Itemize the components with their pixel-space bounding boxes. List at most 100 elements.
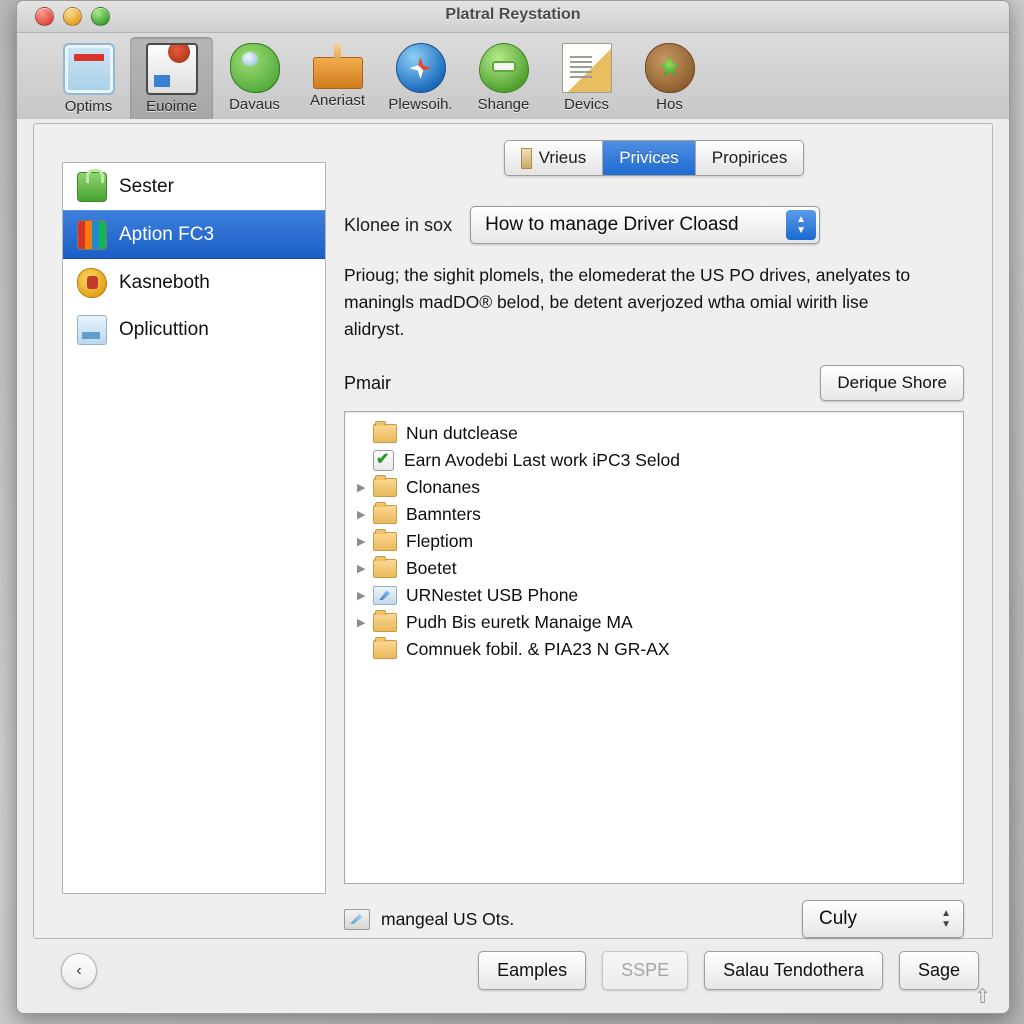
list-item-label: Fleptiom bbox=[406, 531, 474, 552]
toolbar-item-shange[interactable]: Shange bbox=[462, 37, 545, 123]
toolbar-item-label: Aneriast bbox=[309, 92, 366, 109]
footer-button-salau-tendothera[interactable]: Salau Tendothera bbox=[704, 951, 883, 990]
folder-icon bbox=[373, 475, 397, 498]
status-row: mangeal US Ots. Culy ▲ ▼ bbox=[344, 900, 964, 939]
list-item[interactable]: Bamnters bbox=[345, 501, 963, 528]
bookmark-icon bbox=[520, 147, 532, 169]
sidebar-item-label: Aption FC3 bbox=[119, 223, 215, 245]
green-lock-icon bbox=[77, 168, 107, 202]
status-text: mangeal US Ots. bbox=[381, 908, 515, 929]
toolbar-item-label: Euoime bbox=[146, 98, 197, 115]
list-item[interactable]: URNestet USB Phone bbox=[345, 582, 963, 609]
tab-label: Privices bbox=[619, 148, 679, 167]
toolbar-item-label: Devics bbox=[563, 96, 609, 113]
sidebar-list: Sester Aption FC3 Kasneboth Oplicuttion bbox=[62, 162, 326, 894]
list-item-label: Earn Avodebi Last work iPC3 Selod bbox=[404, 450, 680, 471]
toolbar-item-devics[interactable]: Devics bbox=[545, 37, 628, 123]
disclosure-triangle-icon[interactable] bbox=[357, 535, 373, 548]
sub-action-row: Pmair Derique Shore bbox=[344, 365, 964, 402]
toolbar-item-euoime[interactable]: Euoime bbox=[130, 37, 213, 123]
tab-bar: Vrieus Privices Propirices bbox=[503, 140, 805, 176]
list-item[interactable]: Boetet bbox=[345, 555, 963, 582]
disclosure-triangle-icon[interactable] bbox=[357, 589, 373, 602]
culy-stepper[interactable]: Culy ▲ ▼ bbox=[802, 900, 964, 939]
compass-icon bbox=[395, 43, 446, 93]
back-button[interactable]: ‹ bbox=[61, 953, 97, 989]
list-item-label: Boetet bbox=[406, 558, 457, 579]
tab-vrieus[interactable]: Vrieus bbox=[504, 141, 604, 175]
sidebar-item-sester[interactable]: Sester bbox=[63, 163, 325, 210]
popup-field-label: Klonee in sox bbox=[344, 214, 453, 235]
toolbar-item-label: Plewsoih. bbox=[388, 96, 453, 113]
toolbar-item-aneriast[interactable]: Aneriast bbox=[296, 37, 379, 123]
tab-privices[interactable]: Privices bbox=[603, 141, 696, 175]
list-item-label: Pudh Bis euretk Manaige MA bbox=[406, 612, 633, 633]
toolbar-item-plewsoih[interactable]: Plewsoih. bbox=[379, 37, 462, 123]
popup-value: How to manage Driver Cloasd bbox=[485, 214, 739, 235]
disclosure-triangle-icon[interactable] bbox=[357, 616, 373, 629]
sidebar-item-kasneboth[interactable]: Kasneboth bbox=[63, 259, 325, 306]
share-icon bbox=[344, 908, 370, 930]
list-item-label: Bamnters bbox=[406, 504, 481, 525]
list-item[interactable]: Comnuek fobil. & PIA23 N GR-AX bbox=[345, 636, 963, 663]
disclosure-triangle-icon[interactable] bbox=[357, 508, 373, 521]
green-balloon-icon bbox=[478, 43, 529, 93]
stepper-arrows-icon[interactable]: ▲ ▼ bbox=[941, 901, 951, 937]
sidebar-item-label: Sester bbox=[119, 175, 174, 197]
list-item[interactable]: Earn Avodebi Last work iPC3 Selod bbox=[345, 447, 963, 474]
list-item[interactable]: Clonanes bbox=[345, 474, 963, 501]
toolbar-item-label: Shange bbox=[477, 96, 530, 113]
screen: Platral Reystation Optims Euoime Davaus Ane… bbox=[0, 0, 1024, 1024]
window-footer: ‹ Eamples SSPE Salau Tendothera Sage ⇧ bbox=[17, 939, 1009, 1013]
list-item[interactable]: Fleptiom bbox=[345, 528, 963, 555]
disclosure-triangle-icon[interactable] bbox=[357, 481, 373, 494]
disclosure-triangle-icon[interactable] bbox=[357, 562, 373, 575]
document-page-icon bbox=[561, 43, 612, 93]
sidebar-item-oplicuttion[interactable]: Oplicuttion bbox=[63, 306, 325, 353]
chevron-updown-icon: ▲ ▼ bbox=[786, 210, 817, 240]
status-left: mangeal US Ots. bbox=[344, 908, 515, 930]
folder-icon bbox=[373, 610, 397, 633]
green-device-icon bbox=[229, 43, 280, 93]
derique-shore-button[interactable]: Derique Shore bbox=[820, 365, 964, 402]
document-window-icon bbox=[62, 43, 115, 95]
tab-propirices[interactable]: Propirices bbox=[695, 141, 804, 175]
toolbar-item-hos[interactable]: Hos bbox=[628, 37, 711, 123]
footer-buttons: Eamples SSPE Salau Tendothera Sage bbox=[478, 951, 979, 990]
footer-button-sspe: SSPE bbox=[602, 951, 689, 990]
toolbar-item-optims[interactable]: Optims bbox=[47, 37, 130, 123]
window-body: Sester Aption FC3 Kasneboth Oplicuttion Vri… bbox=[17, 119, 1009, 1013]
list-item[interactable]: Pudh Bis euretk Manaige MA bbox=[345, 609, 963, 636]
folder-icon bbox=[373, 556, 397, 579]
window-title: Platral Reystation bbox=[445, 6, 581, 23]
folder-icon bbox=[373, 502, 397, 525]
preferences-window: Platral Reystation Optims Euoime Davaus Ane… bbox=[16, 0, 1010, 1014]
blue-card-icon bbox=[77, 314, 107, 345]
popup-field-row: Klonee in sox How to manage Driver Cloas… bbox=[344, 206, 964, 244]
sidebar-item-aption-fc3[interactable]: Aption FC3 bbox=[63, 210, 325, 259]
tab-label: Propirices bbox=[711, 148, 788, 167]
list-item-label: Clonanes bbox=[406, 477, 480, 498]
amber-plug-icon bbox=[312, 43, 363, 89]
money-bag-icon bbox=[77, 267, 107, 298]
driver-popup-button[interactable]: How to manage Driver Cloasd ▲ ▼ bbox=[470, 206, 821, 244]
resize-grip-icon[interactable]: ⇧ bbox=[974, 984, 991, 1009]
item-list[interactable]: Nun dutclease Earn Avodebi Last work iPC3… bbox=[344, 411, 964, 885]
footer-button-sage[interactable]: Sage bbox=[898, 951, 979, 990]
toolbar-item-davaus[interactable]: Davaus bbox=[213, 37, 296, 123]
list-item-label: Comnuek fobil. & PIA23 N GR-AX bbox=[406, 639, 670, 660]
sub-label: Pmair bbox=[344, 372, 392, 393]
stepper-value: Culy bbox=[819, 908, 858, 930]
description-text: Prioug; the sighit plomels, the elomeder… bbox=[344, 265, 911, 340]
network-icon bbox=[373, 586, 397, 606]
list-item[interactable]: Nun dutclease bbox=[345, 420, 963, 447]
tab-strip: Vrieus Privices Propirices bbox=[344, 140, 964, 176]
checkbox-icon[interactable] bbox=[373, 449, 394, 472]
list-item-label: Nun dutclease bbox=[406, 423, 518, 444]
toolbar-item-label: Optims bbox=[64, 98, 113, 115]
list-item-label: URNestet USB Phone bbox=[406, 585, 579, 606]
footer-button-eamples[interactable]: Eamples bbox=[478, 951, 587, 990]
window-titlebar: Platral Reystation bbox=[17, 1, 1009, 33]
photo-editor-icon bbox=[145, 43, 198, 95]
detail-column: Vrieus Privices Propirices Klonee in sox H… bbox=[344, 140, 964, 939]
